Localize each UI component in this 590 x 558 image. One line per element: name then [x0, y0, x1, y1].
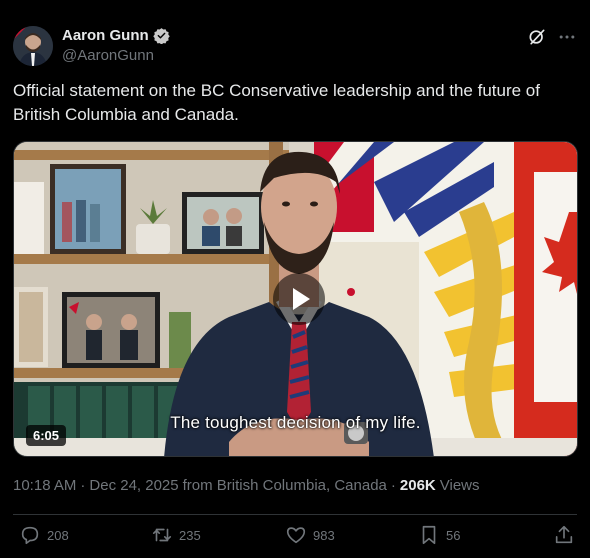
bookmark-button[interactable]: 56 — [418, 524, 460, 546]
divider — [13, 514, 577, 515]
repost-icon — [152, 528, 172, 542]
more-icon[interactable] — [557, 27, 577, 47]
avatar-image — [13, 26, 53, 66]
verified-badge-icon — [152, 28, 170, 44]
meta-separator: · — [80, 477, 86, 494]
like-button[interactable]: 983 — [285, 524, 335, 546]
like-icon — [286, 527, 306, 544]
reply-icon — [21, 526, 39, 545]
tweet-text: Official statement on the BC Conservativ… — [13, 81, 540, 124]
views-count: 206K — [399, 477, 436, 494]
repost-button[interactable]: 235 — [151, 524, 201, 546]
tweet-time[interactable]: 10:18 AM — [13, 477, 76, 494]
meta-separator: · — [390, 477, 396, 494]
bookmark-icon — [422, 525, 436, 545]
avatar[interactable] — [13, 26, 53, 66]
play-icon — [293, 288, 310, 310]
bookmark-count: 56 — [446, 527, 461, 543]
tweet-header: Aaron Gunn @AaronGunn — [13, 23, 577, 67]
share-button[interactable] — [553, 524, 575, 546]
author-name[interactable]: Aaron Gunn — [62, 27, 149, 44]
video-player[interactable]: The toughest decision of my life. 6:05 — [13, 141, 578, 457]
play-button[interactable] — [273, 273, 325, 325]
author-handle[interactable]: @AaronGunn — [62, 47, 154, 64]
views-label: Views — [439, 477, 480, 494]
video-duration: 6:05 — [26, 425, 67, 446]
tweet-location: from British Columbia, Canada — [182, 477, 387, 494]
tweet-meta: 10:18 AM · Dec 24, 2025 from British Col… — [13, 477, 480, 494]
video-caption: The toughest decision of my life. — [170, 413, 421, 432]
like-count: 983 — [313, 527, 335, 543]
share-icon — [555, 525, 573, 544]
grok-icon[interactable] — [527, 27, 547, 47]
reply-count: 208 — [47, 527, 69, 543]
tweet-date[interactable]: Dec 24, 2025 — [89, 477, 178, 494]
action-bar: 208 235 983 56 — [13, 524, 577, 552]
reply-button[interactable]: 208 — [19, 524, 69, 546]
repost-count: 235 — [179, 527, 201, 543]
